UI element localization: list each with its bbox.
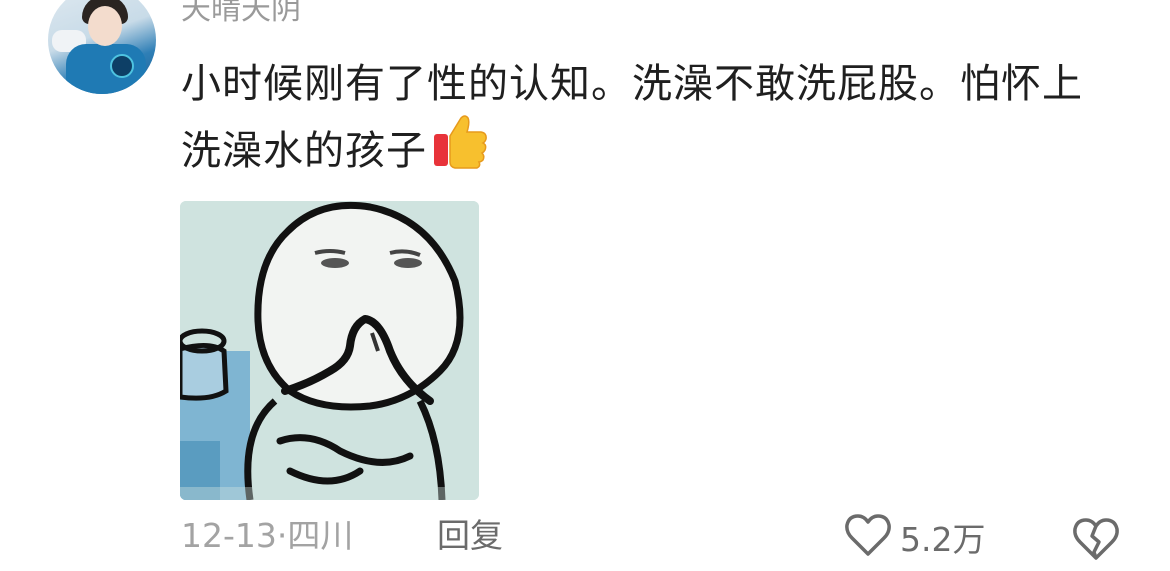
avatar[interactable]	[48, 0, 156, 94]
comment-body: 小时候刚有了性的认知。洗澡不敢洗屁股。怕怀上洗澡水的孩子	[181, 61, 1083, 174]
meta-separator: ·	[276, 516, 288, 555]
username[interactable]: 天晴天阴	[181, 0, 301, 28]
comment-meta: 12-13·四川	[181, 514, 353, 558]
thumbs-up-icon	[431, 112, 489, 185]
reply-button[interactable]: 回复	[437, 514, 503, 558]
broken-heart-icon[interactable]	[1072, 518, 1120, 566]
sticker-image[interactable]	[180, 201, 479, 500]
comment-date: 12-13	[181, 516, 277, 555]
comment-location: 四川	[287, 516, 354, 555]
like-button[interactable]: 5.2万	[844, 514, 985, 560]
dislike-button[interactable]	[1072, 516, 1120, 566]
like-count: 5.2万	[900, 520, 986, 559]
heart-icon[interactable]	[844, 512, 892, 562]
comment-text: 小时候刚有了性的认知。洗澡不敢洗屁股。怕怀上洗澡水的孩子	[181, 56, 1121, 185]
